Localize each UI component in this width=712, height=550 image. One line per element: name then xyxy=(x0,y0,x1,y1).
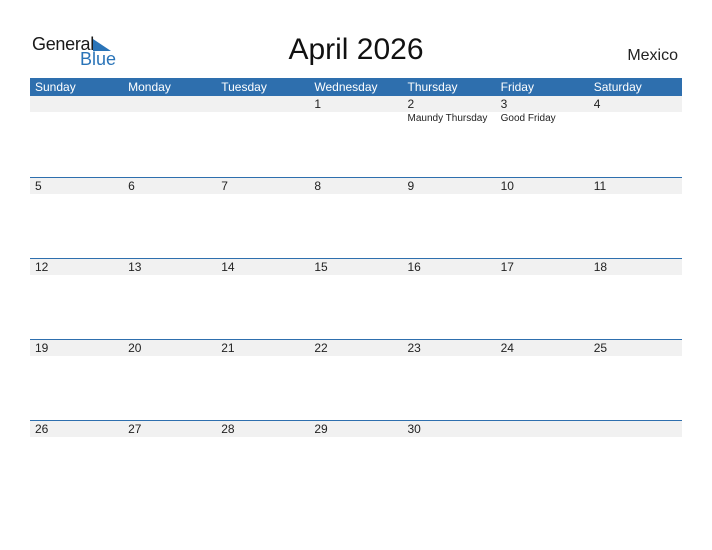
day-number xyxy=(496,421,589,437)
day-number: 29 xyxy=(314,422,328,436)
holiday-label xyxy=(216,112,309,126)
day-number xyxy=(589,421,682,437)
day-number: 8 xyxy=(314,179,322,193)
week-row: 12 13 14 15 16 17 18 xyxy=(30,258,682,339)
day-number: 6 xyxy=(128,179,135,193)
day-number: 13 xyxy=(128,260,142,274)
day-number: 5 xyxy=(35,179,42,193)
weekday-sunday: Sunday xyxy=(35,80,76,94)
holiday-label: Good Friday xyxy=(500,113,556,124)
day-number xyxy=(216,96,309,112)
week-row: 19 20 21 22 23 24 25 xyxy=(30,339,682,420)
day-number: 2 xyxy=(407,97,415,111)
weekday-tuesday: Tuesday xyxy=(221,80,267,94)
day-number-row: 12 13 14 15 16 17 18 xyxy=(30,259,682,275)
calendar-grid: Sunday Monday Tuesday Wednesday Thursday… xyxy=(30,78,682,501)
day-number: 18 xyxy=(593,260,608,274)
weekday-wednesday: Wednesday xyxy=(314,80,378,94)
weekday-saturday: Saturday xyxy=(593,80,642,94)
holiday-label xyxy=(30,112,123,126)
weekday-thursday: Thursday xyxy=(407,80,458,94)
holiday-label xyxy=(589,112,682,126)
day-number: 17 xyxy=(500,260,514,274)
day-number: 26 xyxy=(35,422,49,436)
country-label: Mexico xyxy=(627,47,678,64)
day-number: 20 xyxy=(128,341,142,355)
day-number: 25 xyxy=(593,341,608,355)
page-title: April 2026 xyxy=(288,33,424,66)
week-row: 5 6 7 8 9 10 11 xyxy=(30,177,682,258)
day-number xyxy=(123,96,216,112)
day-number: 3 xyxy=(500,97,508,111)
day-number: 15 xyxy=(314,260,328,274)
day-number: 4 xyxy=(593,97,601,111)
day-number: 28 xyxy=(221,422,235,436)
day-number: 1 xyxy=(314,97,322,111)
day-number-row: 19 20 21 22 23 24 25 xyxy=(30,340,682,356)
day-number: 23 xyxy=(407,341,421,355)
event-row: Maundy Thursday Good Friday xyxy=(30,112,682,126)
holiday-label xyxy=(309,112,402,126)
day-number: 16 xyxy=(407,260,421,274)
weekday-monday: Monday xyxy=(128,80,171,94)
day-number: 22 xyxy=(314,341,328,355)
day-number: 30 xyxy=(407,422,421,436)
day-number-row: 5 6 7 8 9 10 11 xyxy=(30,178,682,194)
day-number xyxy=(30,96,123,112)
day-number: 9 xyxy=(407,179,415,193)
day-number: 24 xyxy=(500,341,514,355)
day-number: 11 xyxy=(593,179,607,193)
day-number: 27 xyxy=(128,422,142,436)
day-number-row: 1 2 3 4 xyxy=(30,96,682,112)
day-number: 19 xyxy=(35,341,49,355)
day-number-row: 26 27 28 29 30 xyxy=(30,421,682,437)
day-number: 14 xyxy=(221,260,235,274)
day-number: 7 xyxy=(221,179,228,193)
day-number: 10 xyxy=(500,179,514,193)
weekday-friday: Friday xyxy=(500,80,534,94)
weekday-header: Sunday Monday Tuesday Wednesday Thursday… xyxy=(30,78,682,96)
day-number: 12 xyxy=(35,260,49,274)
week-row: 1 2 3 4 Maundy Thursday Good Friday xyxy=(30,96,682,177)
holiday-label: Maundy Thursday xyxy=(407,113,488,124)
week-row: 26 27 28 29 30 xyxy=(30,420,682,501)
day-number: 21 xyxy=(221,341,235,355)
holiday-label xyxy=(123,112,216,126)
